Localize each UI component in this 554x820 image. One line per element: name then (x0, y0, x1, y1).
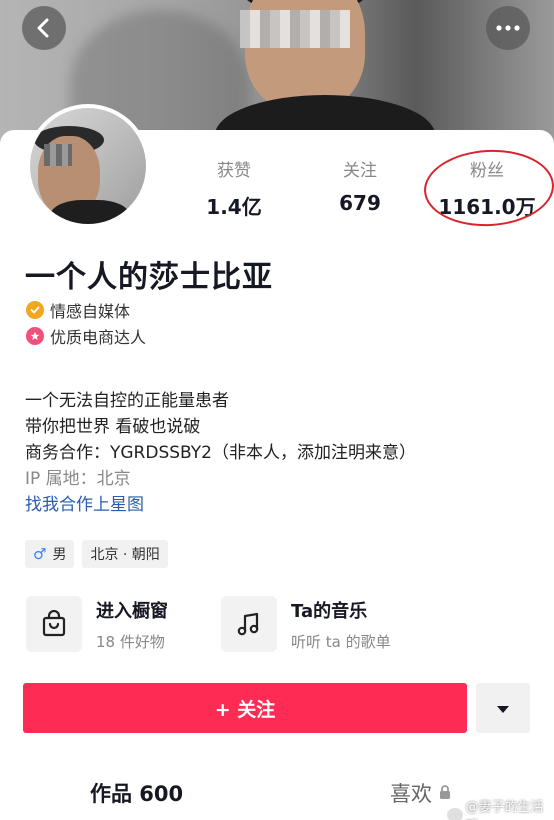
weibo-logo-icon (447, 808, 463, 820)
avatar-shirt (50, 200, 130, 224)
stat-likes-value: 1.4亿 (206, 195, 262, 219)
stat-likes: 获赞 1.4亿 (174, 156, 294, 220)
more-button[interactable] (486, 6, 530, 50)
follow-button[interactable]: + 关注 (23, 683, 467, 733)
shop-window-entry[interactable]: 进入橱窗 18 件好物 (26, 596, 168, 652)
ip-location: IP 属地：北京 (25, 469, 131, 489)
tab-likes[interactable]: 喜欢 (390, 778, 452, 808)
cover-blur-mosaic (240, 10, 350, 48)
stat-following[interactable]: 关注 679 (300, 156, 420, 215)
badge-label: 情感自媒体 (50, 302, 131, 321)
badge-self-media[interactable]: 情感自媒体 (26, 298, 130, 322)
bio-line: 商务合作：YGRDSSBY2（非本人，添加注明来意） (25, 443, 416, 463)
music-subtitle: 听听 ta 的歌单 (291, 632, 391, 651)
profile-name: 一个人的莎士比亚 (25, 260, 273, 295)
music-entry[interactable]: Ta的音乐 听听 ta 的歌单 (221, 596, 391, 652)
more-horizontal-icon (496, 25, 520, 31)
stat-likes-label: 获赞 (217, 161, 251, 181)
recommend-dropdown-button[interactable] (476, 683, 530, 733)
bio-line: 带你把世界 看破也说破 (25, 417, 201, 437)
back-button[interactable] (22, 6, 66, 50)
tag-location: 北京 · 朝阳 (82, 540, 168, 568)
tag-gender: ♂ 男 (25, 540, 75, 568)
badge-ecommerce[interactable]: 优质电商达人 (26, 324, 146, 348)
xingtu-link[interactable]: 找我合作上星图 (25, 492, 416, 518)
profile-tags: ♂ 男 北京 · 朝阳 (25, 540, 168, 568)
weibo-watermark: @妻子的生活观 (447, 796, 554, 820)
avatar-image (30, 108, 146, 224)
tab-likes-label: 喜欢 (390, 782, 432, 806)
tab-works[interactable]: 作品 600 (90, 778, 183, 808)
stat-following-label: 关注 (343, 161, 377, 181)
profile-bio: 一个无法自控的正能量患者 带你把世界 看破也说破 商务合作：YGRDSSBY2（… (25, 388, 416, 518)
tag-label: 男 (52, 547, 67, 563)
bio-line: 一个无法自控的正能量患者 (25, 391, 229, 411)
music-title: Ta的音乐 (291, 600, 368, 622)
watermark-text: @妻子的生活观 (465, 800, 544, 820)
caret-down-icon (496, 699, 510, 718)
avatar[interactable] (26, 104, 150, 228)
shop-subtitle: 18 件好物 (96, 632, 165, 651)
shop-title: 进入橱窗 (96, 600, 168, 622)
chevron-left-icon (36, 18, 52, 38)
tag-label: 北京 · 朝阳 (90, 547, 160, 563)
badge-label: 优质电商达人 (50, 328, 147, 347)
male-icon: ♂ (33, 545, 47, 563)
star-badge-icon (26, 327, 44, 345)
avatar-blur-mosaic (44, 144, 72, 166)
music-note-icon (221, 596, 277, 652)
check-badge-icon (26, 301, 44, 319)
shopping-bag-icon (26, 596, 82, 652)
stat-following-value: 679 (339, 191, 381, 215)
